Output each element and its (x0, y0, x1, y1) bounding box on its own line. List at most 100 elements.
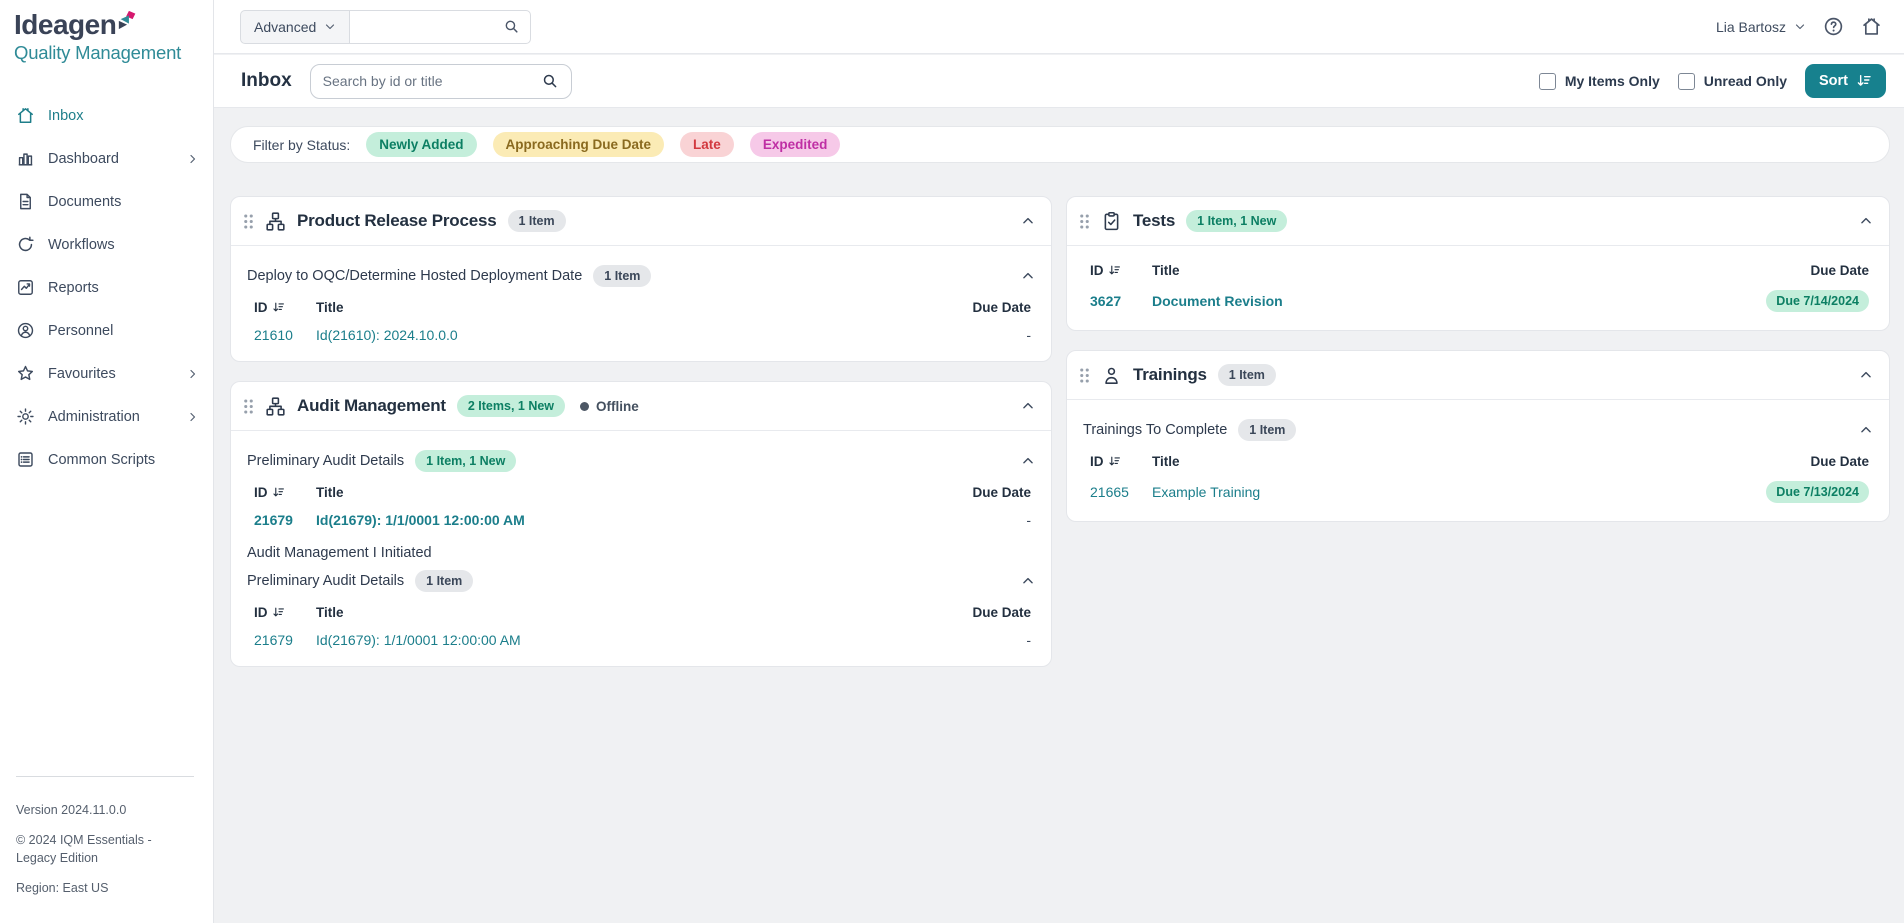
chevron-up-icon[interactable] (1859, 368, 1873, 382)
items-table: ID Title Due Date 3627 Document Revision… (1083, 263, 1873, 312)
column-header-title: Title (1152, 454, 1766, 469)
column-header-id[interactable]: ID (254, 485, 316, 500)
copyright: © 2024 IQM Essentials - Legacy Edition (16, 831, 166, 867)
card-title: Product Release Process (297, 211, 497, 231)
card-trainings: Trainings 1 Item Trainings To Complete 1… (1066, 350, 1890, 522)
item-id-link[interactable]: 21610 (254, 327, 316, 343)
app-logo: Ideagen Quality Management (0, 0, 213, 64)
home-icon (16, 106, 35, 125)
chevron-up-icon[interactable] (1859, 214, 1873, 228)
due-date-badge: Due 7/14/2024 (1766, 290, 1869, 312)
filter-pill-late[interactable]: Late (680, 132, 734, 157)
item-count-badge: 1 Item, 1 New (415, 450, 516, 472)
item-title-link[interactable]: Example Training (1152, 484, 1766, 500)
drag-handle-icon[interactable] (243, 213, 254, 230)
checkbox[interactable] (1678, 73, 1695, 90)
item-title-link[interactable]: Document Revision (1152, 293, 1766, 309)
status-filter-bar: Filter by Status: Newly Added Approachin… (230, 126, 1890, 163)
group-header: Preliminary Audit Details 1 Item (247, 570, 1035, 592)
inbox-search-input[interactable] (323, 73, 541, 89)
sidebar-item-reports[interactable]: Reports (0, 266, 213, 309)
chevron-up-icon[interactable] (1859, 423, 1873, 437)
checkbox[interactable] (1539, 73, 1556, 90)
brand-pinwheel-icon (117, 9, 139, 31)
sort-icon (1108, 455, 1121, 468)
items-table: ID Title Due Date 21665 Example Training… (1083, 454, 1873, 503)
workflow-icon (265, 211, 286, 232)
gear-icon (16, 407, 35, 426)
sidebar-item-documents[interactable]: Documents (0, 180, 213, 223)
chevron-down-icon (1794, 21, 1806, 33)
help-icon[interactable] (1823, 16, 1844, 37)
filter-label: Filter by Status: (253, 137, 350, 153)
search-icon[interactable] (541, 72, 559, 90)
drag-handle-icon[interactable] (1079, 213, 1090, 230)
item-id-link[interactable]: 21679 (254, 632, 316, 648)
drag-handle-icon[interactable] (1079, 367, 1090, 384)
sidebar-item-inbox[interactable]: Inbox (0, 94, 213, 137)
sort-button[interactable]: Sort (1805, 64, 1886, 98)
my-items-only-checkbox[interactable]: My Items Only (1539, 73, 1660, 90)
item-title-link[interactable]: Id(21679): 1/1/0001 12:00:00 AM (316, 632, 972, 648)
column-header-id[interactable]: ID (1090, 454, 1152, 469)
footer-divider (16, 776, 194, 777)
drag-handle-icon[interactable] (243, 398, 254, 415)
sidebar-item-label: Common Scripts (48, 452, 155, 468)
items-table: ID Title Due Date 21610 Id(21610): 2024.… (247, 300, 1035, 343)
column-header-due-date: Due Date (972, 300, 1031, 315)
user-menu[interactable]: Lia Bartosz (1716, 19, 1806, 35)
sidebar-item-label: Inbox (48, 108, 83, 124)
home-icon[interactable] (1861, 16, 1882, 37)
topbar: Advanced Lia Bartosz (214, 0, 1904, 54)
card-title: Tests (1133, 211, 1175, 231)
sidebar-item-label: Workflows (48, 237, 115, 253)
item-count-badge: 1 Item (508, 210, 566, 232)
item-id-link[interactable]: 21665 (1090, 484, 1152, 500)
card-audit-management: Audit Management 2 Items, 1 New Offline … (230, 381, 1052, 667)
sort-icon (272, 486, 285, 499)
column-header-due-date: Due Date (972, 605, 1031, 620)
item-id-link[interactable]: 3627 (1090, 293, 1152, 309)
advanced-label: Advanced (254, 19, 316, 35)
sidebar-item-personnel[interactable]: Personnel (0, 309, 213, 352)
sort-icon (272, 606, 285, 619)
filter-pill-newly-added[interactable]: Newly Added (366, 132, 476, 157)
filter-pill-expedited[interactable]: Expedited (750, 132, 841, 157)
chevron-up-icon[interactable] (1021, 454, 1035, 468)
global-search-input[interactable] (360, 19, 503, 35)
item-due-date: - (972, 327, 1031, 343)
offline-label: Offline (596, 399, 639, 414)
filter-pill-approaching-due-date[interactable]: Approaching Due Date (493, 132, 665, 157)
card-tests: Tests 1 Item, 1 New ID Title Due Date 36… (1066, 196, 1890, 331)
column-header-title: Title (1152, 263, 1766, 278)
items-table: ID Title Due Date 21679 Id(21679): 1/1/0… (247, 605, 1035, 648)
item-due-date: - (972, 512, 1031, 528)
column-header-id[interactable]: ID (1090, 263, 1152, 278)
sidebar: Ideagen Quality Management Inbox Dashboa… (0, 0, 214, 923)
sidebar-item-favourites[interactable]: Favourites (0, 352, 213, 395)
group-title: Trainings To Complete (1083, 422, 1227, 438)
chevron-up-icon[interactable] (1021, 214, 1035, 228)
chevron-up-icon[interactable] (1021, 269, 1035, 283)
card-title: Trainings (1133, 365, 1207, 385)
group-title: Deploy to OQC/Determine Hosted Deploymen… (247, 268, 582, 284)
chevron-up-icon[interactable] (1021, 574, 1035, 588)
item-id-link[interactable]: 21679 (254, 512, 316, 528)
column-header-due-date: Due Date (1766, 454, 1869, 469)
column-header-id[interactable]: ID (254, 300, 316, 315)
column-header-id[interactable]: ID (254, 605, 316, 620)
sidebar-item-workflows[interactable]: Workflows (0, 223, 213, 266)
advanced-search-dropdown[interactable]: Advanced (240, 10, 349, 44)
search-icon[interactable] (503, 18, 520, 35)
app-version: Version 2024.11.0.0 (16, 801, 197, 819)
chevron-right-icon (187, 153, 199, 165)
sidebar-item-administration[interactable]: Administration (0, 395, 213, 438)
unread-only-checkbox[interactable]: Unread Only (1678, 73, 1787, 90)
chevron-up-icon[interactable] (1021, 399, 1035, 413)
sidebar-footer: Version 2024.11.0.0 © 2024 IQM Essential… (0, 776, 213, 910)
group-header: Deploy to OQC/Determine Hosted Deploymen… (247, 265, 1035, 287)
sidebar-item-dashboard[interactable]: Dashboard (0, 137, 213, 180)
item-title-link[interactable]: Id(21679): 1/1/0001 12:00:00 AM (316, 512, 972, 528)
item-title-link[interactable]: Id(21610): 2024.10.0.0 (316, 327, 972, 343)
sidebar-item-common-scripts[interactable]: Common Scripts (0, 438, 213, 481)
